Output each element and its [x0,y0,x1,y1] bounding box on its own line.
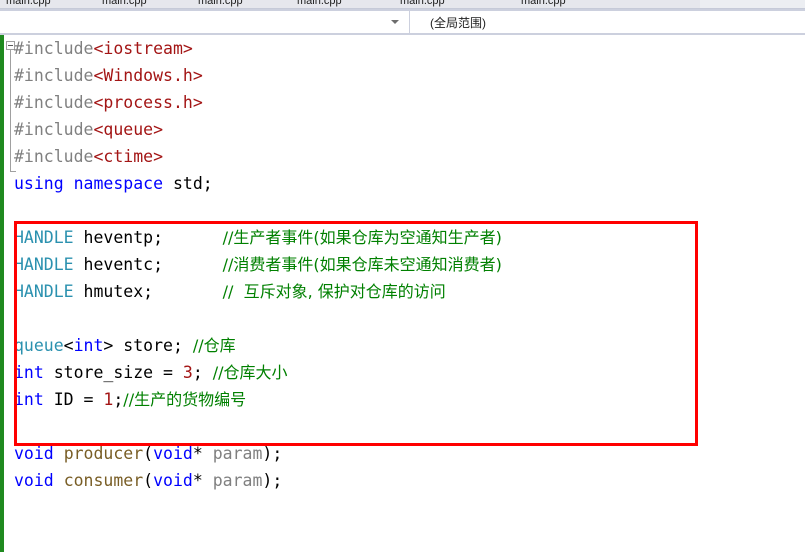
code-token: void [153,471,193,490]
code-text-area[interactable]: #include<iostream> #include<Windows.h> #in… [14,35,805,494]
code-token: producer [63,444,144,463]
code-token: <ctime> [93,147,164,166]
code-token: using [14,174,64,193]
line-blank-2[interactable] [14,305,805,332]
code-token: hmutex; [73,282,223,301]
code-token: * [192,444,213,463]
code-token: #include [14,39,94,58]
code-token: > store; [103,336,193,355]
project-scope-dropdown[interactable] [0,11,408,33]
code-token: ); [262,444,283,463]
code-token: ID = [43,390,104,409]
code-token: // 互斥对象, 保护对仓库的访问 [222,282,446,301]
line-include-queue[interactable]: #include<queue> [14,116,805,143]
code-token: param [212,444,263,463]
code-token: <iostream> [93,39,193,58]
code-token: HANDLE [14,228,74,247]
code-token: HANDLE [14,282,74,301]
line-handle-hmutex[interactable]: HANDLE hmutex; // 互斥对象, 保护对仓库的访问 [14,278,805,305]
editor-tab-strip: main.cpp main.cpp main.cpp main.cpp main.cpp… [0,0,805,9]
code-token: heventc; [73,255,223,274]
code-token: int [73,336,104,355]
code-token: <Windows.h> [93,66,203,85]
code-token: std; [163,174,213,193]
line-using-namespace[interactable]: using namespace std; [14,170,805,197]
code-token: * [192,471,213,490]
member-scope-dropdown[interactable]: (全局范围) [412,11,805,33]
code-token: //仓库大小 [212,363,288,382]
line-decl-producer[interactable]: void producer(void* param); [14,440,805,467]
line-blank-1[interactable] [14,197,805,224]
code-token: ; [192,363,213,382]
outlining-guide-line [10,50,11,172]
code-token: HANDLE [14,255,74,274]
code-token: //生产的货物编号 [123,390,247,409]
code-token: 1 [103,390,114,409]
line-handle-heventp[interactable]: HANDLE heventp; //生产者事件(如果仓库为空通知生产者) [14,224,805,251]
code-token: 3 [182,363,193,382]
line-store-size[interactable]: int store_size = 3; //仓库大小 [14,359,805,386]
code-token: param [212,471,263,490]
code-token: #include [14,147,94,166]
member-scope-dropdown-value: (全局范围) [430,16,486,30]
line-blank-3[interactable] [14,413,805,440]
code-token: #include [14,66,94,85]
code-token: <process.h> [93,93,203,112]
code-token: namespace [73,174,164,193]
line-include-process[interactable]: #include<process.h> [14,89,805,116]
code-token: ( [143,444,154,463]
code-token: ( [143,471,154,490]
line-include-windows[interactable]: #include<Windows.h> [14,62,805,89]
code-token: heventp; [73,228,223,247]
code-token: void [14,471,54,490]
code-token: void [14,444,54,463]
code-token: < [63,336,74,355]
code-token: store_size = [43,363,183,382]
line-queue-store[interactable]: queue<int> store; //仓库 [14,332,805,359]
line-decl-consumer[interactable]: void consumer(void* param); [14,467,805,494]
code-token: //消费者事件(如果仓库未空通知消费者) [222,255,502,274]
code-token: <queue> [93,120,164,139]
code-token: queue [14,336,64,355]
line-id[interactable]: int ID = 1;//生产的货物编号 [14,386,805,413]
line-include-ctime[interactable]: #include<ctime> [14,143,805,170]
navbar-combo-separator [409,11,410,33]
code-token: //仓库 [192,336,236,355]
line-include-iostream[interactable]: #include<iostream> [14,35,805,62]
code-token: int [14,363,44,382]
code-token: consumer [63,471,144,490]
line-handle-heventc[interactable]: HANDLE heventc; //消费者事件(如果仓库未空通知消费者) [14,251,805,278]
code-token: //生产者事件(如果仓库为空通知生产者) [222,228,502,247]
code-token: #include [14,120,94,139]
change-indicator-bar [0,35,4,552]
code-token: #include [14,93,94,112]
code-token: void [153,444,193,463]
code-editor-surface[interactable]: #include<iostream> #include<Windows.h> #in… [0,35,805,552]
code-token: ); [262,471,283,490]
code-navigation-bar: (全局范围) [0,9,805,35]
code-token: ; [113,390,124,409]
code-token: int [14,390,44,409]
chevron-down-icon[interactable] [391,20,399,24]
